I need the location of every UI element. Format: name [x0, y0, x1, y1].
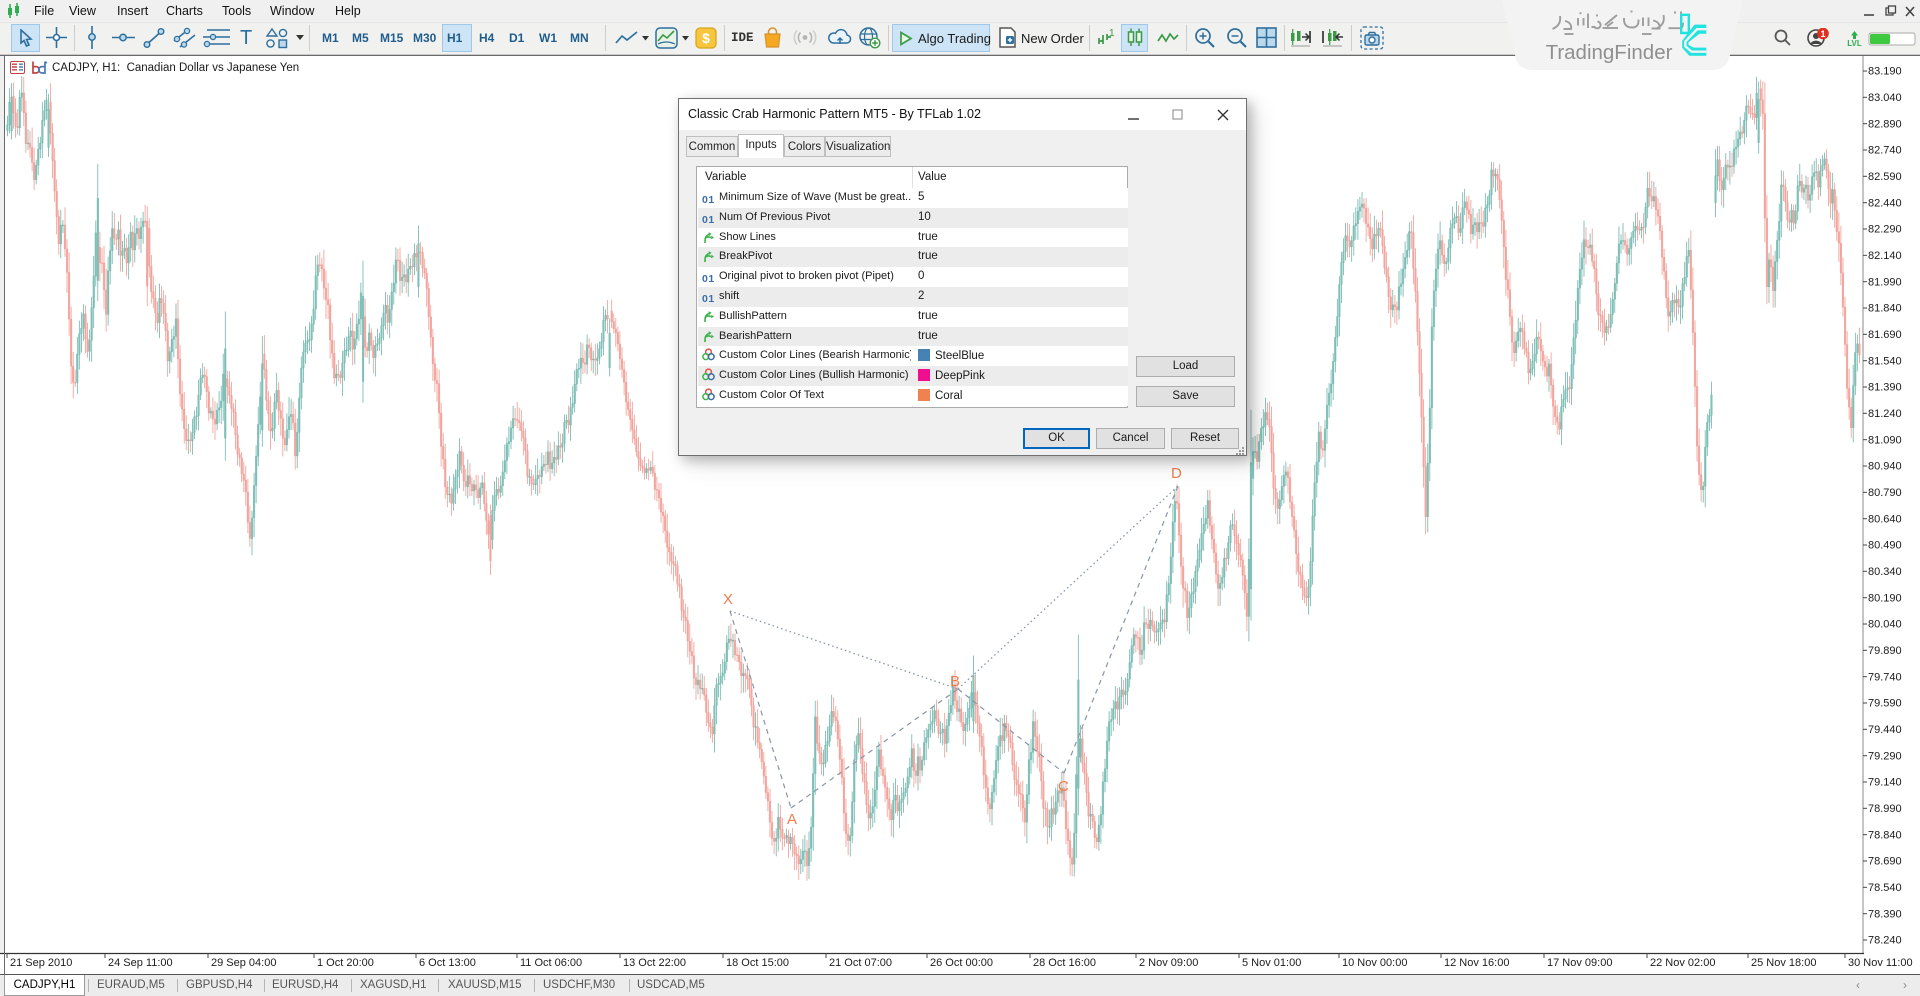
svg-text:81.390: 81.390 [1868, 382, 1902, 394]
svg-text:21 Sep 2010: 21 Sep 2010 [10, 957, 72, 969]
svg-text:30 Nov 11:00: 30 Nov 11:00 [1848, 957, 1913, 969]
svg-text:B: B [950, 673, 960, 690]
svg-text:78.540: 78.540 [1868, 882, 1902, 894]
svg-text:82.290: 82.290 [1868, 224, 1902, 236]
svg-text:TradingFinder: TradingFinder [1546, 41, 1673, 64]
svg-text:80.640: 80.640 [1868, 513, 1902, 525]
svg-text:2 Nov 09:00: 2 Nov 09:00 [1139, 957, 1198, 969]
svg-text:81.840: 81.840 [1868, 303, 1902, 315]
svg-text:1 Oct 20:00: 1 Oct 20:00 [317, 957, 374, 969]
svg-text:11 Oct 06:00: 11 Oct 06:00 [520, 957, 582, 969]
svg-text:6 Oct 13:00: 6 Oct 13:00 [419, 957, 476, 969]
svg-text:82.590: 82.590 [1868, 171, 1902, 183]
svg-text:79.290: 79.290 [1868, 750, 1902, 762]
svg-text:80.040: 80.040 [1868, 619, 1902, 631]
svg-text:79.440: 79.440 [1868, 724, 1902, 736]
svg-text:82.740: 82.740 [1868, 145, 1902, 157]
svg-text:26 Oct 00:00: 26 Oct 00:00 [930, 957, 993, 969]
svg-text:78.690: 78.690 [1868, 856, 1902, 868]
svg-text:81.240: 81.240 [1868, 408, 1902, 420]
svg-text:80.340: 80.340 [1868, 566, 1902, 578]
svg-text:18 Oct 15:00: 18 Oct 15:00 [726, 957, 789, 969]
svg-text:82.440: 82.440 [1868, 197, 1902, 209]
svg-text:12 Nov 16:00: 12 Nov 16:00 [1444, 957, 1509, 969]
svg-text:82.140: 82.140 [1868, 250, 1902, 262]
svg-text:21 Oct 07:00: 21 Oct 07:00 [829, 957, 892, 969]
svg-text:A: A [787, 811, 797, 828]
svg-text:78.390: 78.390 [1868, 908, 1902, 920]
svg-text:81.990: 81.990 [1868, 276, 1902, 288]
svg-text:$: $ [702, 30, 710, 46]
svg-text:80.490: 80.490 [1868, 540, 1902, 552]
svg-text:13 Oct 22:00: 13 Oct 22:00 [623, 957, 686, 969]
svg-text:78.240: 78.240 [1868, 935, 1902, 947]
svg-text:C: C [1058, 778, 1069, 795]
svg-text:22 Nov 02:00: 22 Nov 02:00 [1650, 957, 1715, 969]
svg-text:79.740: 79.740 [1868, 671, 1902, 683]
svg-text:17 Nov 09:00: 17 Nov 09:00 [1547, 957, 1612, 969]
svg-text:82.890: 82.890 [1868, 118, 1902, 130]
svg-text:24 Sep 11:00: 24 Sep 11:00 [108, 957, 173, 969]
svg-text:LVL: LVL [1847, 39, 1862, 48]
svg-text:81.690: 81.690 [1868, 329, 1902, 341]
svg-text:81.540: 81.540 [1868, 355, 1902, 367]
svg-text:81.090: 81.090 [1868, 434, 1902, 446]
svg-text:83.040: 83.040 [1868, 92, 1902, 104]
svg-text:5 Nov 01:00: 5 Nov 01:00 [1242, 957, 1301, 969]
svg-text:78.990: 78.990 [1868, 803, 1902, 815]
svg-text:80.790: 80.790 [1868, 487, 1902, 499]
svg-text:10 Nov 00:00: 10 Nov 00:00 [1342, 957, 1407, 969]
svg-text:28 Oct 16:00: 28 Oct 16:00 [1033, 957, 1096, 969]
svg-text:79.890: 79.890 [1868, 645, 1902, 657]
svg-text:78.840: 78.840 [1868, 829, 1902, 841]
svg-text:25 Nov 18:00: 25 Nov 18:00 [1751, 957, 1816, 969]
svg-text:X: X [723, 591, 733, 608]
svg-text:1: 1 [1820, 29, 1825, 39]
svg-text:1: 1 [1109, 28, 1115, 39]
svg-text:79.590: 79.590 [1868, 698, 1902, 710]
svg-text:83.190: 83.190 [1868, 66, 1902, 78]
svg-text:D: D [1171, 465, 1182, 482]
svg-text:79.140: 79.140 [1868, 777, 1902, 789]
svg-text:80.190: 80.190 [1868, 592, 1902, 604]
svg-text:29 Sep 04:00: 29 Sep 04:00 [211, 957, 276, 969]
svg-text:80.940: 80.940 [1868, 461, 1902, 473]
